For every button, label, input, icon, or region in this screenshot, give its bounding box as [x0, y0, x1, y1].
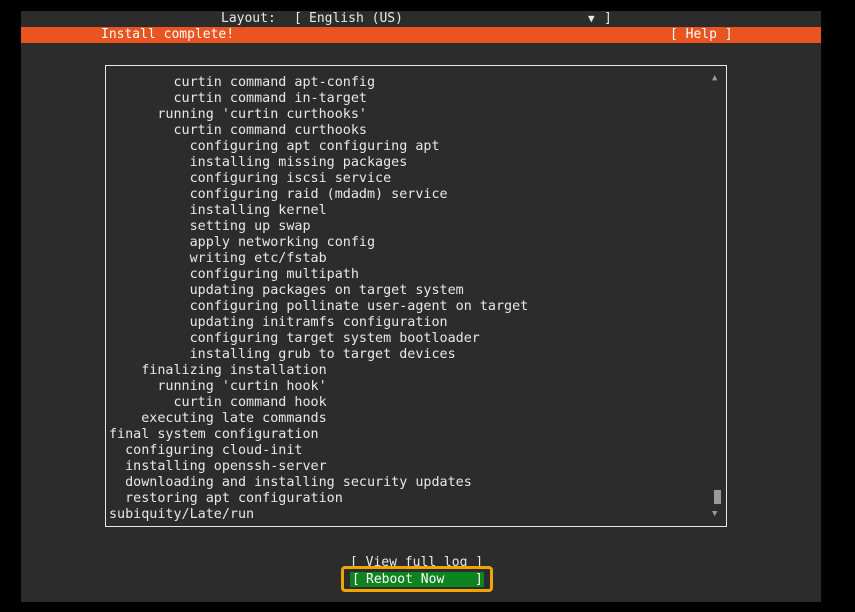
- reboot-bracket-left: [: [352, 572, 360, 587]
- layout-value: English (US): [309, 11, 403, 26]
- reboot-focus-ring: [ Reboot Now ]: [341, 566, 493, 592]
- log-line: writing etc/fstab: [109, 251, 327, 266]
- layout-row: Layout: [ English (US) ▼ ]: [21, 11, 821, 27]
- scroll-down-icon[interactable]: ▼: [712, 508, 717, 520]
- log-line: finalizing installation: [109, 363, 327, 378]
- log-line: installing grub to target devices: [109, 347, 456, 362]
- header-bar: Install complete! [ Help ]: [21, 27, 821, 43]
- keyboard-layout-select[interactable]: [ English (US) ▼ ]: [294, 11, 612, 27]
- layout-bracket-left: [: [294, 11, 302, 26]
- log-line: updating initramfs configuration: [109, 315, 448, 330]
- log-line: configuring target system bootloader: [109, 331, 480, 346]
- log-scrollbar[interactable]: ▲ ▼: [712, 72, 724, 520]
- log-line: setting up swap: [109, 219, 311, 234]
- log-line: final system configuration: [109, 427, 319, 442]
- log-line: configuring apt configuring apt: [109, 139, 440, 154]
- log-line: restoring apt configuration: [109, 491, 343, 506]
- log-line: subiquity/Late/run: [109, 507, 255, 522]
- log-line: installing kernel: [109, 203, 327, 218]
- log-lines: curtin command apt-config curtin command…: [109, 75, 709, 523]
- reboot-now-button[interactable]: [ Reboot Now ]: [350, 572, 484, 587]
- log-line: configuring pollinate user-agent on targ…: [109, 299, 529, 314]
- help-button[interactable]: [ Help ]: [670, 27, 733, 43]
- log-line: configuring raid (mdadm) service: [109, 187, 448, 202]
- log-line: configuring iscsi service: [109, 171, 392, 186]
- page-title: Install complete!: [101, 27, 235, 42]
- layout-label: Layout:: [221, 11, 276, 26]
- dropdown-arrow-icon: ▼: [588, 12, 595, 25]
- log-line: downloading and installing security upda…: [109, 475, 472, 490]
- log-line: running 'curtin curthooks': [109, 107, 367, 122]
- log-line: executing late commands: [109, 411, 327, 426]
- log-line: running 'curtin hook': [109, 379, 327, 394]
- log-line: apply networking config: [109, 235, 376, 250]
- install-log-panel[interactable]: curtin command apt-config curtin command…: [105, 65, 727, 527]
- layout-bracket-right: ]: [604, 11, 612, 26]
- reboot-bracket-right: ]: [475, 572, 483, 587]
- scroll-up-icon[interactable]: ▲: [712, 72, 717, 84]
- log-line: installing openssh-server: [109, 459, 327, 474]
- log-line: curtin command hook: [109, 395, 327, 410]
- scroll-thumb[interactable]: [714, 490, 721, 504]
- log-line: curtin command in-target: [109, 91, 367, 106]
- log-line: curtin command apt-config: [109, 75, 376, 90]
- installer-screen: Layout: [ English (US) ▼ ] Install compl…: [21, 11, 821, 602]
- log-line: curtin command curthooks: [109, 123, 367, 138]
- log-line: configuring cloud-init: [109, 443, 303, 458]
- reboot-now-label: Reboot Now: [366, 572, 445, 587]
- log-line: updating packages on target system: [109, 283, 464, 298]
- log-line: installing missing packages: [109, 155, 408, 170]
- log-line: configuring multipath: [109, 267, 359, 282]
